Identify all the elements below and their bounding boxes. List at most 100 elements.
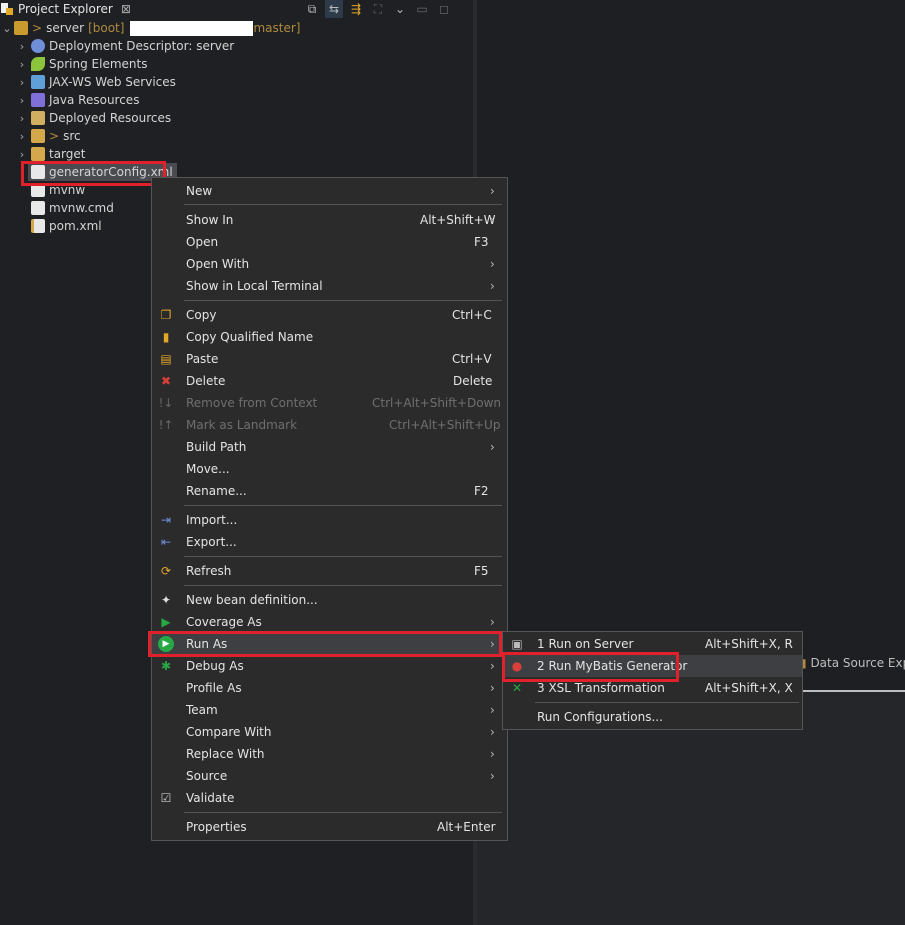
menu-item-label: Open With: [186, 257, 250, 271]
menu-item-label: Validate: [186, 791, 235, 805]
data-source-explorer-tab[interactable]: ▮ Data Source Expl: [800, 656, 905, 670]
tree-item[interactable]: › JAX-WS Web Services: [16, 73, 176, 91]
delete-icon: ✖: [160, 374, 172, 388]
menu-item-label: Profile As: [186, 681, 242, 695]
tree-item[interactable]: pom.xml: [28, 217, 102, 235]
menu-item-open[interactable]: Open F3: [152, 231, 507, 253]
menu-item-copy[interactable]: ❐ Copy Ctrl+C: [152, 304, 507, 326]
refresh-icon: ⟳: [160, 564, 172, 578]
menu-item-label: Import...: [186, 513, 238, 527]
collapse-all-icon[interactable]: ⧉: [303, 0, 321, 18]
menu-item-copy-qualified-name[interactable]: ▮ Copy Qualified Name: [152, 326, 507, 348]
focus-icon[interactable]: ⛶: [369, 0, 387, 18]
menu-item-import[interactable]: ⇥ Import...: [152, 509, 507, 531]
menu-item-new[interactable]: New ›: [152, 180, 507, 202]
import-icon: ⇥: [160, 513, 172, 527]
menu-item-team[interactable]: Team ›: [152, 699, 507, 721]
chevron-right-icon[interactable]: ›: [16, 58, 28, 71]
tree-item[interactable]: › Java Resources: [16, 91, 139, 109]
tree-item-label: Spring Elements: [49, 57, 148, 71]
tree-item[interactable]: › Spring Elements: [16, 55, 147, 73]
menu-item-move[interactable]: Move...: [152, 458, 507, 480]
menu-item-coverage-as[interactable]: ▶ Coverage As ›: [152, 611, 507, 633]
link-with-editor-icon[interactable]: ⇆: [325, 0, 343, 18]
expand-chevron-icon[interactable]: ⌄: [0, 22, 14, 35]
xsl-transform-icon: ✕: [511, 681, 523, 695]
menu-item-label: Copy Qualified Name: [186, 330, 314, 344]
tree-item-label: src: [63, 129, 81, 143]
menu-item-show-in-local-terminal[interactable]: Show in Local Terminal ›: [152, 275, 507, 297]
menu-separator: [184, 204, 502, 205]
menu-item-paste[interactable]: ▤ Paste Ctrl+V: [152, 348, 507, 370]
folder-icon: [31, 129, 45, 143]
menu-item-refresh[interactable]: ⟳ Refresh F5: [152, 560, 507, 582]
menu-item-validate[interactable]: ☑ Validate: [152, 787, 507, 809]
chevron-right-icon[interactable]: ›: [16, 148, 28, 161]
submenu-arrow-icon: ›: [490, 213, 495, 227]
landmark-icon: !↑: [158, 418, 174, 432]
project-boot-decoration: [boot]: [88, 21, 125, 35]
menu-item-show-in[interactable]: Show In Alt+Shift+W ›: [152, 209, 507, 231]
tree-item[interactable]: mvnw.cmd: [28, 199, 114, 217]
menu-item-shortcut: Alt+Shift+W: [420, 213, 496, 227]
chevron-right-icon[interactable]: ›: [16, 94, 28, 107]
menu-item-build-path[interactable]: Build Path ›: [152, 436, 507, 458]
bean-definition-icon: ✦: [160, 593, 172, 607]
submenu-arrow-icon: ›: [490, 703, 495, 717]
chevron-right-icon[interactable]: ›: [16, 76, 28, 89]
tree-item-label: Deployed Resources: [49, 111, 172, 125]
menu-separator: [184, 812, 502, 813]
submenu-arrow-icon: ›: [490, 184, 495, 198]
submenu-arrow-icon: ›: [490, 725, 495, 739]
debug-bug-icon: ✱: [160, 659, 172, 673]
menu-item-debug-as[interactable]: ✱ Debug As ›: [152, 655, 507, 677]
menu-item-compare-with[interactable]: Compare With ›: [152, 721, 507, 743]
menu-item-label: 3 XSL Transformation: [537, 681, 665, 695]
menu-separator: [184, 585, 502, 586]
menu-item-new-bean-definition[interactable]: ✦ New bean definition...: [152, 589, 507, 611]
project-icon: [14, 21, 28, 35]
menu-item-profile-as[interactable]: Profile As ›: [152, 677, 507, 699]
view-menu-icon[interactable]: ⌄: [391, 0, 409, 18]
tree-item[interactable]: › > src: [16, 127, 81, 145]
menu-item-label: Build Path: [186, 440, 247, 454]
project-explorer-tab[interactable]: Project Explorer ⊠: [0, 0, 131, 18]
menu-item-shortcut: Ctrl+Alt+Shift+Down: [372, 396, 502, 410]
highlight-box: [148, 631, 502, 657]
maximize-icon[interactable]: ◻: [435, 0, 453, 18]
chevron-right-icon[interactable]: ›: [16, 112, 28, 125]
highlight-box: [21, 161, 166, 186]
minimize-icon[interactable]: ▭: [413, 0, 431, 18]
menu-item-export[interactable]: ⇤ Export...: [152, 531, 507, 553]
tree-item[interactable]: › Deployed Resources: [16, 109, 171, 127]
menu-separator: [535, 702, 799, 703]
filter-icon[interactable]: ⇶: [347, 0, 365, 18]
menu-item-source[interactable]: Source ›: [152, 765, 507, 787]
paste-icon: ▤: [160, 352, 172, 366]
chevron-right-icon[interactable]: ›: [16, 40, 28, 53]
menu-separator: [184, 556, 502, 557]
menu-item-rename[interactable]: Rename... F2: [152, 480, 507, 502]
close-view-icon[interactable]: ⊠: [121, 2, 131, 16]
menu-item-properties[interactable]: Properties Alt+Enter: [152, 816, 507, 838]
submenu-arrow-icon: ›: [490, 440, 495, 454]
menu-item-shortcut: Alt+Enter: [437, 820, 496, 834]
menu-item-label: Copy: [186, 308, 217, 322]
submenu-arrow-icon: ›: [490, 615, 495, 629]
chevron-right-icon[interactable]: ›: [16, 130, 28, 143]
data-source-tab-label: Data Source Expl: [810, 656, 905, 670]
menu-separator: [184, 505, 502, 506]
menu-item-open-with[interactable]: Open With ›: [152, 253, 507, 275]
tree-project-server[interactable]: ⌄ > server [boot] master]: [0, 19, 300, 37]
menu-item-label: Mark as Landmark: [186, 418, 298, 432]
tree-item[interactable]: › Deployment Descriptor: server: [16, 37, 234, 55]
validate-checkbox-icon: ☑: [160, 791, 172, 805]
menu-item-delete[interactable]: ✖ Delete Delete: [152, 370, 507, 392]
menu-item-replace-with[interactable]: Replace With ›: [152, 743, 507, 765]
submenu-item-run-configurations[interactable]: Run Configurations...: [503, 706, 802, 728]
redacted-block: [130, 20, 254, 36]
menu-item-label: Run Configurations...: [537, 710, 663, 724]
tree-item-prefix: >: [49, 129, 60, 143]
menu-item-shortcut: Ctrl+Alt+Shift+Up: [389, 418, 501, 432]
maven-pom-icon: [31, 219, 45, 233]
